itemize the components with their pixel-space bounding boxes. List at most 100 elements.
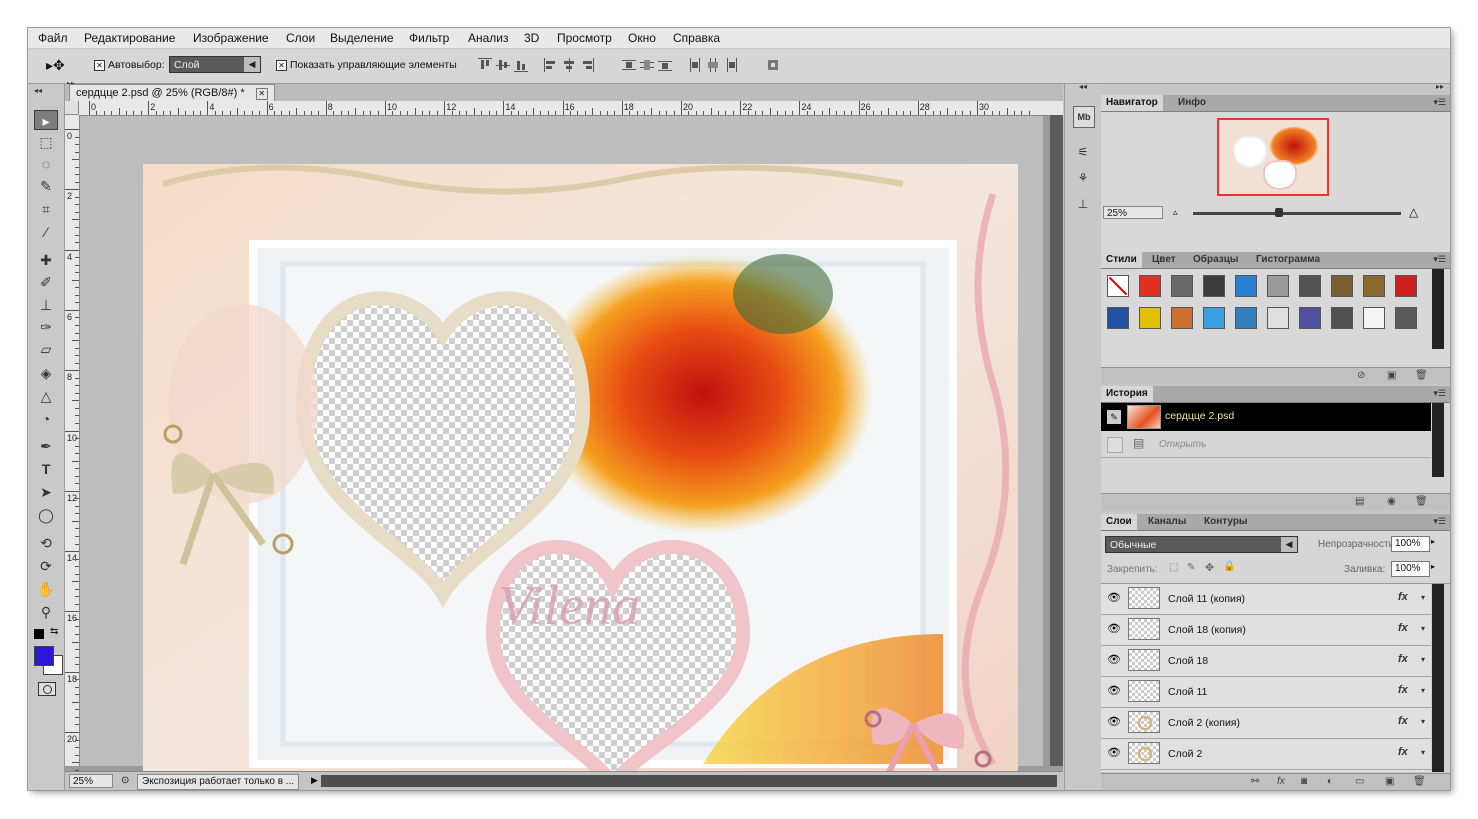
tab-paths[interactable]: Контуры: [1199, 514, 1252, 530]
zoom-field[interactable]: 25%: [69, 774, 113, 788]
menu-item-10[interactable]: Справка: [673, 31, 720, 45]
style-swatch[interactable]: [1139, 275, 1161, 297]
status-message[interactable]: Экспозиция работает только в ...: [137, 774, 300, 790]
vertical-ruler[interactable]: 0 2 4 6 8 10 12 14 16 18 20: [65, 115, 80, 786]
show-controls-checkbox[interactable]: ✕ Показать управляющие элементы: [276, 59, 457, 71]
style-swatch[interactable]: [1299, 307, 1321, 329]
style-swatch[interactable]: [1235, 275, 1257, 297]
style-swatch[interactable]: [1331, 275, 1353, 297]
clone-stamp-tool-icon[interactable]: ⊥: [34, 295, 58, 315]
history-brush-source-icon[interactable]: [1107, 437, 1123, 453]
auto-align-icon[interactable]: [766, 58, 780, 72]
lasso-tool-icon[interactable]: ◌: [34, 154, 58, 174]
3d-orbit-tool-icon[interactable]: ⟳: [34, 556, 58, 576]
ruler-origin[interactable]: [65, 101, 79, 115]
history-open-row[interactable]: ▤ Открыть: [1101, 433, 1431, 458]
move-tool-preset-icon[interactable]: ▸✥: [46, 57, 65, 73]
fill-field[interactable]: 100%: [1391, 561, 1430, 577]
layer-row[interactable]: 👁 Слой 18 fx ▾: [1101, 646, 1431, 677]
style-swatch[interactable]: [1299, 275, 1321, 297]
mini-bridge-icon[interactable]: Mb: [1073, 106, 1095, 128]
menu-item-4[interactable]: Выделение: [330, 31, 394, 45]
align-top-icon[interactable]: [478, 58, 492, 72]
visibility-eye-icon[interactable]: 👁: [1107, 685, 1121, 697]
visibility-eye-icon[interactable]: 👁: [1107, 623, 1121, 635]
tab-layers[interactable]: Слои: [1101, 514, 1137, 530]
eyedropper-tool-icon[interactable]: ⁄: [34, 222, 58, 242]
tab-color[interactable]: Цвет: [1147, 252, 1181, 268]
panel-menu-icon[interactable]: ▾☰: [1433, 254, 1446, 265]
hand-tool-icon[interactable]: ✋: [34, 579, 58, 599]
default-colors-icon[interactable]: [34, 629, 44, 639]
new-style-icon[interactable]: ▣: [1387, 370, 1396, 381]
clear-style-icon[interactable]: ⊘: [1357, 370, 1365, 381]
menu-item-2[interactable]: Изображение: [193, 31, 269, 45]
style-swatch[interactable]: [1203, 307, 1225, 329]
swap-colors-icon[interactable]: ⇆: [50, 626, 58, 637]
menu-item-6[interactable]: Анализ: [468, 31, 509, 45]
brush-panel-icon[interactable]: ⚘: [1073, 168, 1093, 188]
distribute-right-icon[interactable]: [724, 58, 738, 72]
zoom-in-icon[interactable]: △: [1409, 205, 1418, 219]
eraser-tool-icon[interactable]: ▱: [34, 339, 58, 359]
expand-effects-icon[interactable]: ▾: [1421, 655, 1425, 664]
style-swatch[interactable]: [1363, 307, 1385, 329]
toolbox-collapse-icon[interactable]: ◂◂: [34, 86, 42, 95]
history-brush-source-icon[interactable]: ✎: [1107, 410, 1121, 424]
menu-item-9[interactable]: Окно: [628, 31, 656, 45]
3d-rotate-tool-icon[interactable]: ⟲: [34, 533, 58, 553]
crop-tool-icon[interactable]: ⌗: [34, 199, 58, 219]
distribute-hcenter-icon[interactable]: [706, 58, 720, 72]
history-snapshot-row[interactable]: ✎ сердцце 2.psd: [1101, 403, 1431, 431]
lock-image-icon[interactable]: ✎: [1187, 562, 1195, 573]
history-scrollbar[interactable]: [1432, 403, 1444, 477]
fill-arrow-icon[interactable]: ▸: [1431, 562, 1435, 571]
menu-item-7[interactable]: 3D: [524, 31, 539, 45]
horizontal-scrollbar[interactable]: [321, 775, 1057, 787]
healing-brush-tool-icon[interactable]: ✚: [34, 250, 58, 270]
panel-menu-icon[interactable]: ▾☰: [1433, 516, 1446, 527]
close-tab-icon[interactable]: ✕: [255, 88, 268, 100]
style-swatch[interactable]: [1395, 307, 1417, 329]
autoselect-dropdown[interactable]: Слой ◀: [169, 56, 261, 73]
lock-position-icon[interactable]: ✥: [1205, 561, 1214, 574]
tab-channels[interactable]: Каналы: [1143, 514, 1191, 530]
menu-item-0[interactable]: Файл: [38, 31, 68, 45]
align-right-icon[interactable]: [580, 58, 594, 72]
add-style-icon[interactable]: fx: [1277, 776, 1285, 787]
layer-effects-icon[interactable]: fx: [1398, 715, 1408, 727]
tab-styles[interactable]: Стили: [1101, 252, 1142, 268]
zoom-tool-icon[interactable]: ⚲: [34, 602, 58, 622]
menu-item-5[interactable]: Фильтр: [409, 31, 449, 45]
autoselect-checkbox[interactable]: ✕ Автовыбор:: [94, 59, 165, 71]
opacity-field[interactable]: 100%: [1391, 536, 1430, 552]
distribute-left-icon[interactable]: [688, 58, 702, 72]
history-brush-tool-icon[interactable]: ✑: [34, 317, 58, 337]
zoom-out-icon[interactable]: ▵: [1173, 207, 1178, 218]
panel-menu-icon[interactable]: ▾☰: [1433, 388, 1446, 399]
vertical-scrollbar[interactable]: [1050, 115, 1063, 766]
adjustment-layer-icon[interactable]: ◐: [1327, 776, 1333, 787]
style-swatch[interactable]: [1395, 275, 1417, 297]
delete-state-icon[interactable]: 🗑: [1415, 496, 1428, 507]
add-mask-icon[interactable]: ◙: [1301, 776, 1307, 787]
no-style-swatch[interactable]: [1107, 275, 1129, 297]
new-group-icon[interactable]: ▭: [1355, 776, 1364, 787]
tab-navigator[interactable]: Навигатор: [1101, 95, 1163, 111]
status-menu-arrow-icon[interactable]: ▶: [311, 775, 318, 786]
delete-style-icon[interactable]: 🗑: [1415, 370, 1428, 381]
style-swatch[interactable]: [1363, 275, 1385, 297]
document-tab[interactable]: сердцце 2.psd @ 25% (RGB/8#) * ✕: [69, 84, 275, 101]
layer-row[interactable]: 👁 Слой 2 (копия) fx ▾: [1101, 708, 1431, 739]
align-bottom-icon[interactable]: [514, 58, 528, 72]
tab-info[interactable]: Инфо: [1173, 95, 1211, 111]
distribute-bottom-icon[interactable]: [658, 58, 672, 72]
navigator-zoom-field[interactable]: 25%: [1103, 206, 1163, 219]
blur-tool-icon[interactable]: △: [34, 386, 58, 406]
dock-collapse-icon[interactable]: ◂◂: [1079, 82, 1087, 91]
opacity-arrow-icon[interactable]: ▸: [1431, 537, 1435, 546]
move-tool-icon[interactable]: ▸: [34, 110, 58, 130]
distribute-top-icon[interactable]: [622, 58, 636, 72]
delete-layer-icon[interactable]: 🗑: [1413, 776, 1426, 787]
quick-mask-icon[interactable]: [38, 682, 56, 696]
